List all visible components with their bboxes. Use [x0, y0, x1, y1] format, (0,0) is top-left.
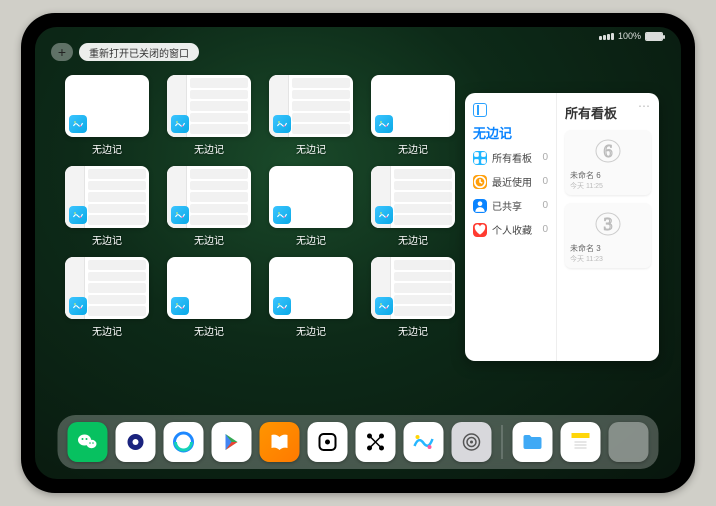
window-thumbnail[interactable]: 无边记 — [371, 166, 455, 247]
sidebar-item-label: 所有看板 — [492, 150, 537, 165]
window-grid: 无边记无边记无边记无边记无边记无边记无边记无边记无边记无边记无边记无边记 — [65, 75, 455, 338]
window-thumbnail[interactable]: 无边记 — [167, 257, 251, 338]
sidebar-panel: 无边记 所有看板 0 最近使用 0 已共享 0 个人收藏 0 ⋯ 所有看板 6 未命名 6今天 … — [465, 93, 659, 361]
panel-right: ⋯ 所有看板 6未命名 6今天 11:253未命名 3今天 11:23 — [557, 93, 659, 361]
battery-icon — [645, 32, 663, 41]
freeform-app-icon — [69, 297, 87, 315]
thumbnail-label: 无边记 — [167, 141, 251, 156]
sidebar-item[interactable]: 已共享 0 — [473, 198, 548, 213]
new-window-button[interactable]: + — [51, 43, 73, 61]
top-bar: + 重新打开已关闭的窗口 — [51, 43, 199, 61]
dock-qqbrowser-icon[interactable] — [164, 422, 204, 462]
board-sketch: 3 — [569, 207, 647, 241]
thumbnail-label: 无边记 — [371, 141, 455, 156]
window-thumbnail[interactable]: 无边记 — [65, 75, 149, 156]
freeform-app-icon — [171, 206, 189, 224]
sidebar-item-count: 0 — [542, 200, 548, 211]
status-bar: 100% — [599, 31, 663, 41]
clock-icon — [473, 175, 487, 189]
dock-wechat-icon[interactable] — [68, 422, 108, 462]
freeform-app-icon — [375, 115, 393, 133]
window-thumbnail[interactable]: 无边记 — [371, 75, 455, 156]
freeform-app-icon — [273, 297, 291, 315]
thumbnail-label: 无边记 — [269, 232, 353, 247]
dock-settings-icon[interactable] — [452, 422, 492, 462]
svg-text:3: 3 — [604, 214, 613, 234]
screen: 100% + 重新打开已关闭的窗口 无边记无边记无边记无边记无边记无边记无边记无… — [35, 27, 681, 479]
thumbnail-label: 无边记 — [269, 323, 353, 338]
freeform-app-icon — [69, 115, 87, 133]
sidebar-item-count: 0 — [542, 152, 548, 163]
dock-folder-icon[interactable] — [609, 422, 649, 462]
window-thumbnail[interactable]: 无边记 — [269, 75, 353, 156]
more-icon[interactable]: ⋯ — [638, 99, 651, 113]
thumbnail-label: 无边记 — [65, 323, 149, 338]
freeform-app-icon — [375, 206, 393, 224]
sidebar-item-count: 0 — [542, 224, 548, 235]
board-caption: 未命名 6今天 11:25 — [569, 168, 647, 191]
dock-freeform-icon[interactable] — [404, 422, 444, 462]
dock-files-icon[interactable] — [513, 422, 553, 462]
board-caption: 未命名 3今天 11:23 — [569, 241, 647, 264]
board-sketch: 6 — [569, 134, 647, 168]
svg-text:6: 6 — [604, 141, 613, 161]
ipad-frame: 100% + 重新打开已关闭的窗口 无边记无边记无边记无边记无边记无边记无边记无… — [21, 13, 695, 493]
grid-icon — [473, 151, 487, 165]
window-thumbnail[interactable]: 无边记 — [167, 75, 251, 156]
freeform-app-icon — [375, 297, 393, 315]
thumbnail-label: 无边记 — [65, 141, 149, 156]
battery-percent: 100% — [618, 31, 641, 41]
board-card[interactable]: 6 未命名 6今天 11:25 — [565, 130, 651, 195]
thumbnail-label: 无边记 — [269, 141, 353, 156]
heart-icon — [473, 223, 487, 237]
freeform-app-icon — [273, 206, 291, 224]
dock-books-icon[interactable] — [260, 422, 300, 462]
freeform-app-icon — [171, 115, 189, 133]
freeform-app-icon — [69, 206, 87, 224]
reopen-closed-window-button[interactable]: 重新打开已关闭的窗口 — [79, 43, 199, 61]
dock-nodes-icon[interactable] — [356, 422, 396, 462]
window-thumbnail[interactable]: 无边记 — [269, 257, 353, 338]
window-thumbnail[interactable]: 无边记 — [167, 166, 251, 247]
sidebar-toggle-icon[interactable] — [473, 103, 487, 117]
wifi-icon — [599, 33, 614, 40]
dock-notes-icon[interactable] — [561, 422, 601, 462]
panel-left-title: 无边记 — [473, 123, 548, 142]
window-thumbnail[interactable]: 无边记 — [65, 166, 149, 247]
thumbnail-label: 无边记 — [167, 323, 251, 338]
freeform-app-icon — [273, 115, 291, 133]
person-icon — [473, 199, 487, 213]
sidebar-item[interactable]: 个人收藏 0 — [473, 222, 548, 237]
sidebar-item-count: 0 — [542, 176, 548, 187]
sidebar-item-label: 个人收藏 — [492, 222, 537, 237]
dock — [58, 415, 659, 469]
panel-left: 无边记 所有看板 0 最近使用 0 已共享 0 个人收藏 0 — [465, 93, 557, 361]
window-thumbnail[interactable]: 无边记 — [65, 257, 149, 338]
dock-divider — [502, 425, 503, 459]
thumbnail-label: 无边记 — [65, 232, 149, 247]
sidebar-item[interactable]: 所有看板 0 — [473, 150, 548, 165]
dock-play-icon[interactable] — [212, 422, 252, 462]
thumbnail-label: 无边记 — [371, 232, 455, 247]
dock-dice-icon[interactable] — [308, 422, 348, 462]
thumbnail-label: 无边记 — [371, 323, 455, 338]
freeform-app-icon — [171, 297, 189, 315]
dock-quark-icon[interactable] — [116, 422, 156, 462]
sidebar-item-label: 已共享 — [492, 198, 537, 213]
sidebar-item-label: 最近使用 — [492, 174, 537, 189]
thumbnail-label: 无边记 — [167, 232, 251, 247]
board-card[interactable]: 3 未命名 3今天 11:23 — [565, 203, 651, 268]
window-thumbnail[interactable]: 无边记 — [371, 257, 455, 338]
sidebar-item[interactable]: 最近使用 0 — [473, 174, 548, 189]
window-thumbnail[interactable]: 无边记 — [269, 166, 353, 247]
